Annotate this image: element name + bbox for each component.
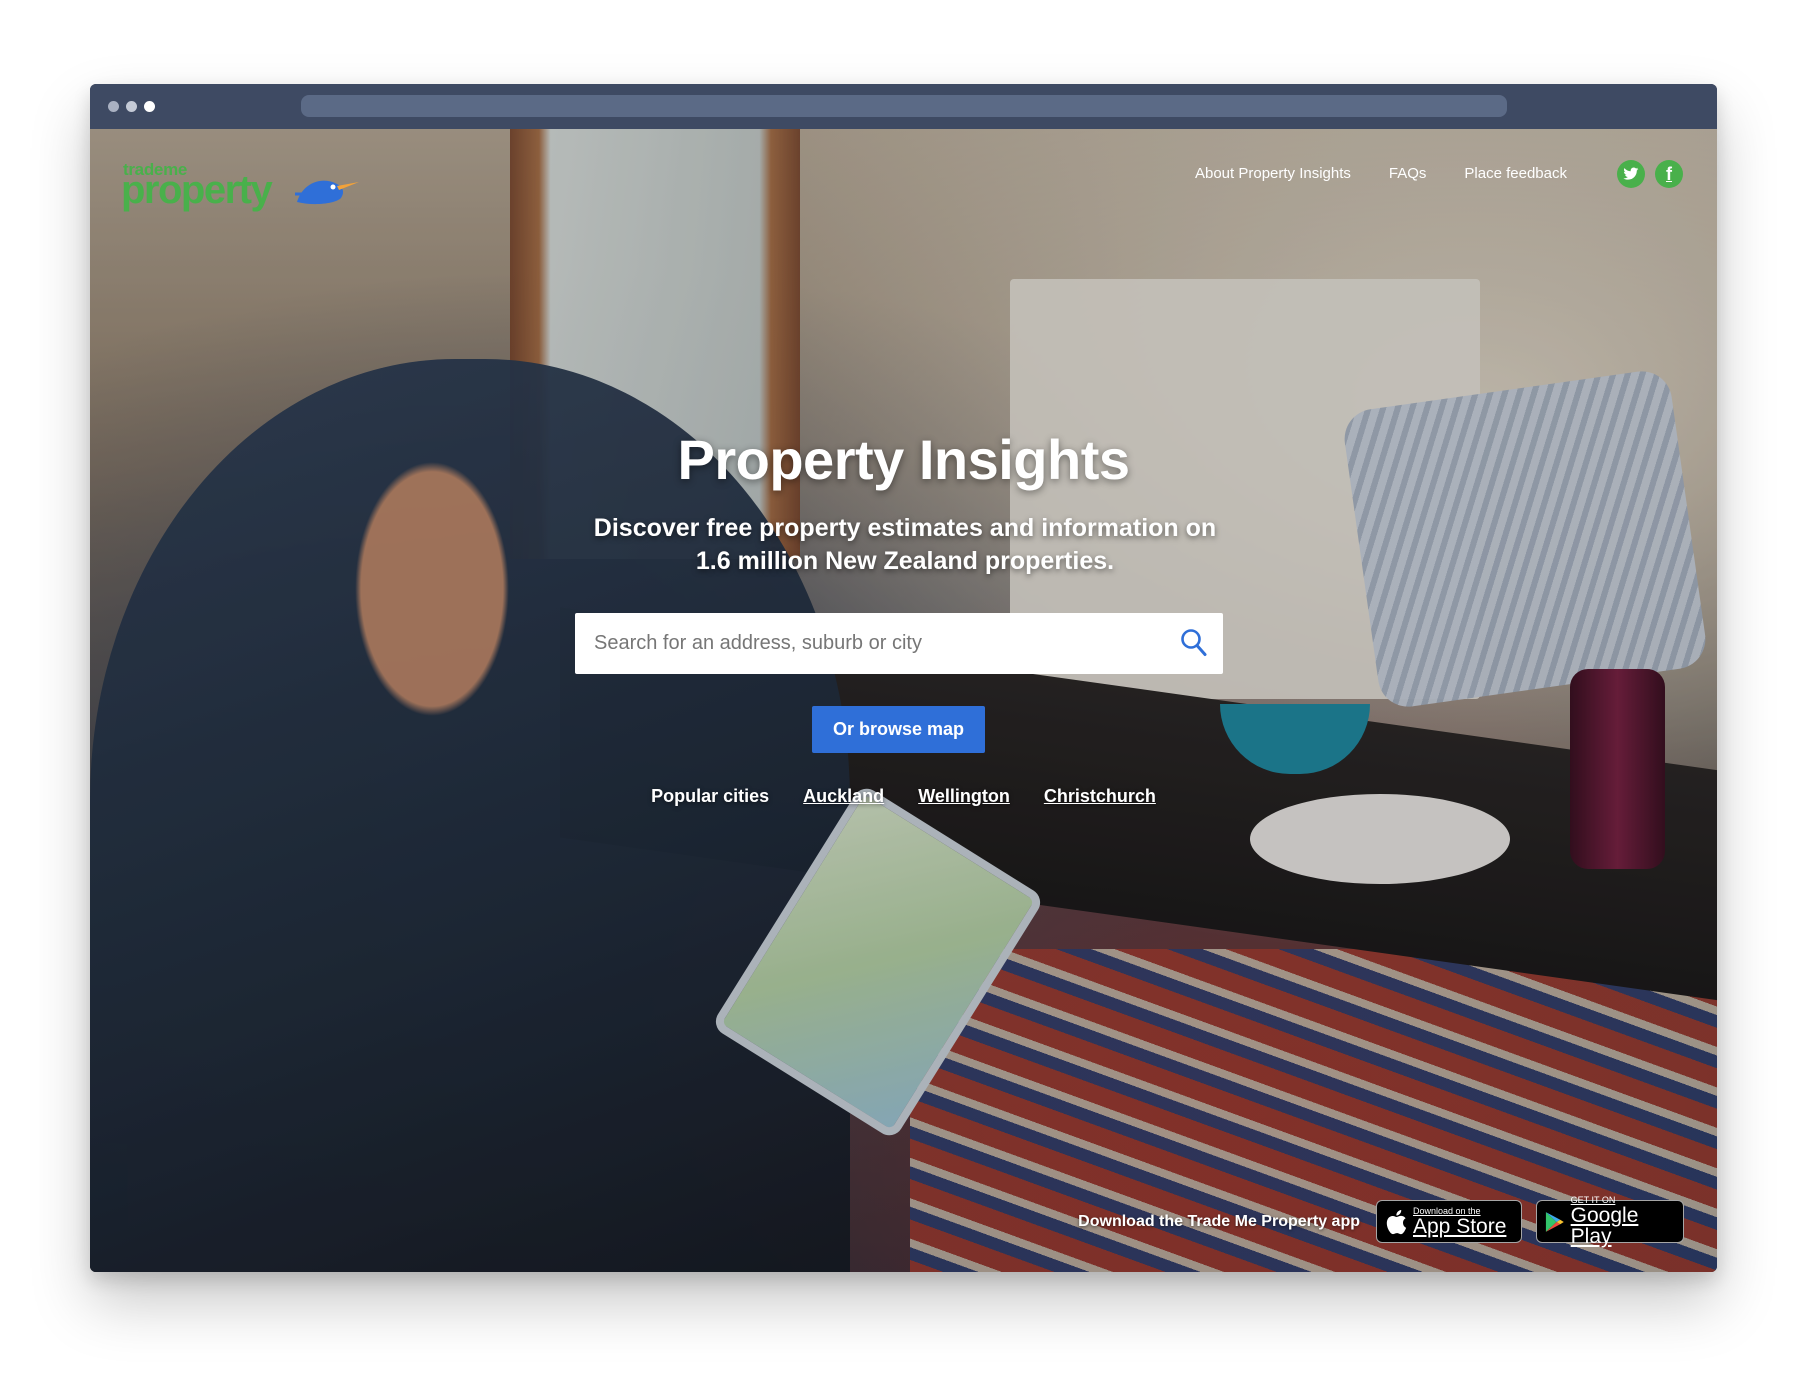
trademe-property-logo[interactable]: trademe property (121, 160, 363, 212)
google-play-badge[interactable]: GET IT ON Google Play (1536, 1196, 1684, 1247)
kiwi-bird-icon (295, 180, 359, 205)
browser-titlebar (90, 84, 1717, 129)
window-dot-1[interactable] (108, 101, 119, 112)
address-bar[interactable] (301, 95, 1507, 117)
twitter-button[interactable] (1617, 160, 1645, 188)
facebook-icon: f (1666, 163, 1672, 184)
google-play-icon (1545, 1211, 1564, 1232)
window-dot-3[interactable] (144, 101, 155, 112)
nav-feedback-link[interactable]: Place feedback (1464, 165, 1567, 182)
search-box (575, 613, 1223, 674)
search-icon[interactable] (1179, 627, 1209, 659)
hero-overlay (90, 129, 1717, 1272)
app-download-label: Download the Trade Me Property app (1078, 1212, 1360, 1230)
search-input[interactable] (575, 613, 1155, 674)
popular-cities-label: Popular cities (651, 786, 770, 806)
browse-map-button[interactable]: Or browse map (812, 706, 985, 753)
city-link-wellington[interactable]: Wellington (918, 786, 1010, 807)
nav-faqs-link[interactable]: FAQs (1389, 165, 1427, 182)
page-viewport: trademe property About Property Insights… (90, 129, 1717, 1272)
app-store-badge[interactable]: Download on the App Store (1376, 1200, 1522, 1243)
nav-about-link[interactable]: About Property Insights (1195, 165, 1351, 182)
city-link-auckland[interactable]: Auckland (803, 786, 884, 807)
twitter-icon (1623, 167, 1639, 180)
top-nav: About Property Insights FAQs Place feedb… (1195, 165, 1567, 182)
app-store-bottom-text: App Store (1413, 1214, 1507, 1238)
window-dot-2[interactable] (126, 101, 137, 112)
browser-window: trademe property About Property Insights… (90, 84, 1717, 1272)
city-link-christchurch[interactable]: Christchurch (1044, 786, 1156, 807)
facebook-button[interactable]: f (1655, 160, 1683, 188)
hero-subtitle: Discover free property estimates and inf… (593, 514, 1217, 575)
page-title: Property Insights (677, 428, 1130, 491)
apple-icon (1386, 1209, 1407, 1234)
google-play-bottom-text: Google Play (1570, 1204, 1639, 1248)
popular-cities: Popular cities Auckland Wellington Chris… (90, 786, 1717, 807)
logo-big-text: property (121, 168, 273, 212)
app-download-bar: Download the Trade Me Property app Downl… (1078, 1196, 1684, 1247)
